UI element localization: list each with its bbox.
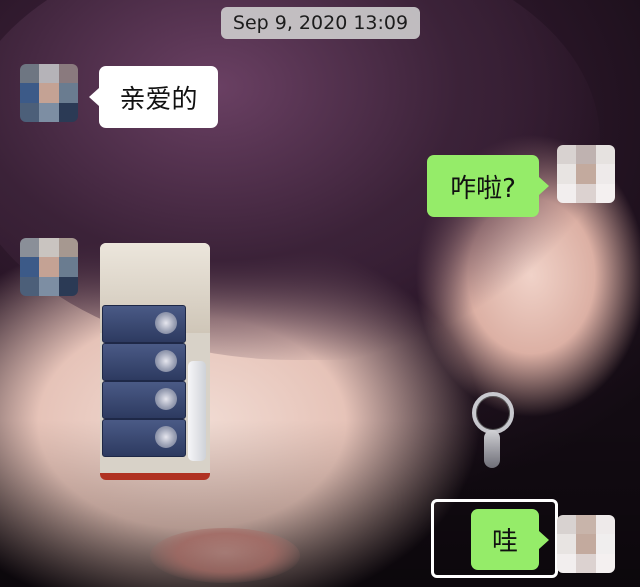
message-bubble-outgoing[interactable]: 咋啦?: [427, 155, 549, 217]
message-text: 咋啦?: [450, 173, 516, 204]
image-disc: [155, 388, 177, 410]
image-shelf: [100, 473, 210, 480]
image-box: [102, 343, 186, 381]
image-box: [102, 419, 186, 457]
timestamp: Sep 9, 2020 13:09: [221, 7, 420, 39]
message-bubble-incoming[interactable]: 亲爱的: [89, 66, 218, 128]
timestamp-text: Sep 9, 2020 13:09: [232, 12, 409, 34]
image-box: [102, 305, 186, 343]
image-disc: [155, 312, 177, 334]
avatar-contact[interactable]: [20, 64, 78, 122]
message-bubble-outgoing[interactable]: 哇: [471, 509, 549, 570]
avatar-self[interactable]: [557, 515, 615, 573]
image-box: [102, 381, 186, 419]
image-bottle: [188, 361, 206, 461]
message-image[interactable]: [100, 243, 210, 480]
bubble-tail: [539, 177, 549, 195]
message-text: 亲爱的: [119, 84, 198, 115]
image-disc: [155, 426, 177, 448]
image-disc: [155, 350, 177, 372]
avatar-contact[interactable]: [20, 238, 78, 296]
bubble-tail: [89, 88, 99, 106]
message-text: 哇: [491, 527, 518, 557]
bubble-tail: [539, 530, 549, 549]
avatar-self[interactable]: [557, 145, 615, 203]
